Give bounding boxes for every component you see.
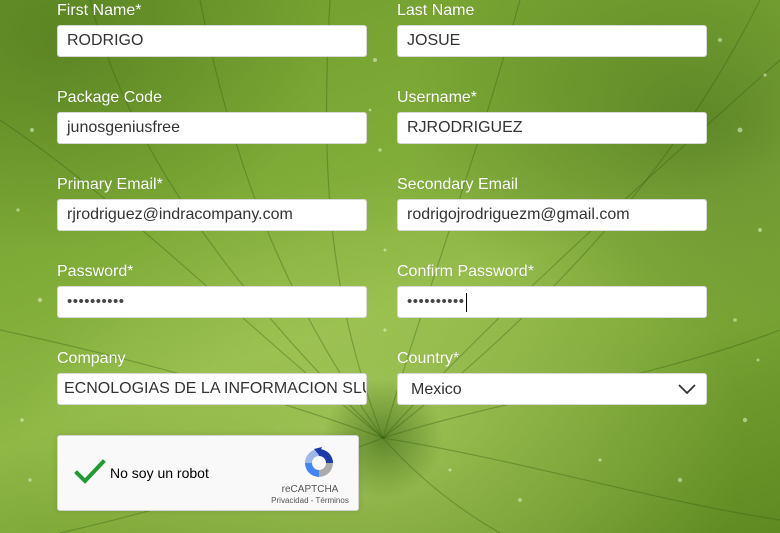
secondary-email-input[interactable]: rodrigojrodriguezm@gmail.com (397, 199, 707, 231)
password-label: Password* (57, 263, 134, 280)
country-selected-value: Mexico (411, 381, 462, 398)
recaptcha-logo-icon (305, 447, 333, 477)
primary-email-label: Primary Email* (57, 176, 163, 193)
confirm-password-label: Confirm Password* (397, 263, 534, 280)
secondary-email-label: Secondary Email (397, 176, 518, 193)
checkmark-icon[interactable] (74, 458, 106, 486)
first-name-label: First Name* (57, 2, 142, 19)
last-name-input[interactable]: JOSUE (397, 25, 707, 57)
last-name-label: Last Name (397, 2, 475, 19)
recaptcha-privacy-terms-links[interactable]: Privacidad - Términos (258, 496, 362, 506)
recaptcha-label: No soy un robot (110, 465, 209, 481)
username-label: Username* (397, 89, 478, 106)
company-label: Company (57, 350, 126, 367)
country-label: Country* (397, 350, 460, 367)
company-input[interactable]: ECNOLOGIAS DE LA INFORMACION SLU (57, 373, 367, 405)
username-input[interactable]: RJRODRIGUEZ (397, 112, 707, 144)
chevron-down-icon[interactable] (678, 383, 696, 395)
first-name-input[interactable]: RODRIGO (57, 25, 367, 57)
password-input[interactable]: •••••••••• (57, 286, 367, 318)
recaptcha-brand: reCAPTCHA (281, 484, 339, 495)
text-cursor (465, 292, 467, 312)
confirm-password-input[interactable]: •••••••••• (397, 286, 707, 318)
primary-email-input[interactable]: rjrodriguez@indracompany.com (57, 199, 367, 231)
package-code-label: Package Code (57, 89, 162, 106)
country-select[interactable]: Mexico (397, 373, 707, 405)
recaptcha-widget: No soy un robot reCAPTCHA Privacidad - T… (57, 435, 359, 511)
package-code-input[interactable]: junosgeniusfree (57, 112, 367, 144)
confirm-password-value: •••••••••• (407, 293, 465, 310)
